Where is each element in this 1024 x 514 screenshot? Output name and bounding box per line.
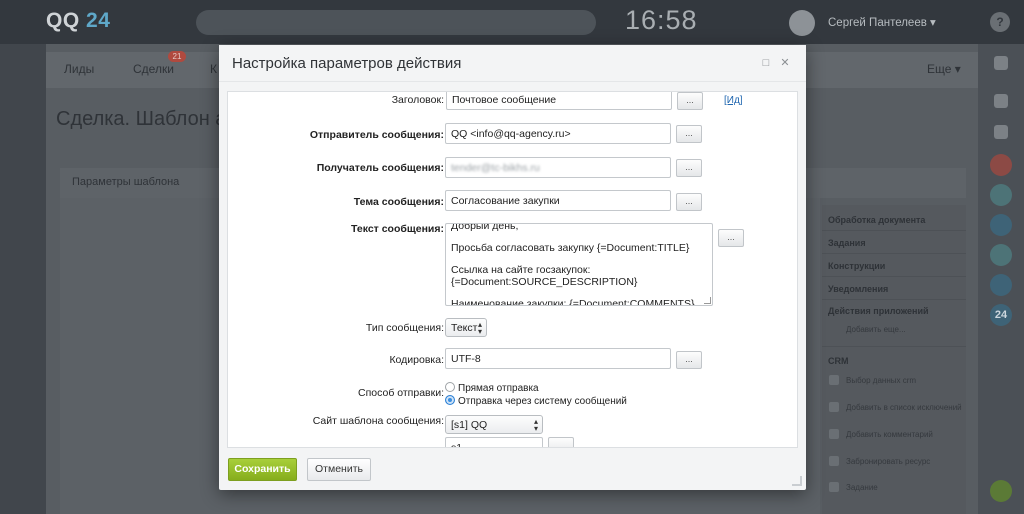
select-arrows-icon: ▴ ▾ [477,320,482,336]
tab-template-params[interactable]: Параметры шаблона [72,176,179,188]
subject-label: Тема сообщения: [353,196,444,208]
activity-icon [829,375,839,385]
user-icon[interactable] [990,274,1012,296]
close-icon[interactable]: ✕ [779,57,791,69]
resize-grip[interactable] [704,297,711,304]
dialog-footer: Сохранить Отменить [219,449,806,490]
heading-dots-button[interactable]: ... [677,92,703,110]
subject-input[interactable]: Согласование закупки [445,190,671,211]
heading-input[interactable]: Почтовое сообщение [446,92,672,110]
app-logo[interactable]: QQ 24 [46,9,110,33]
activity-icon [829,482,839,492]
user-icon[interactable] [990,214,1012,236]
cancel-button[interactable]: Отменить [307,458,371,481]
site-template-select[interactable]: [s1] QQ ▴ ▾ [445,415,543,434]
deals-badge: 21 [168,51,186,62]
recipient-label: Получатель сообщения: [316,162,444,174]
divider [822,299,966,300]
encoding-input[interactable]: UTF-8 [445,348,671,369]
help-icon[interactable]: ? [990,12,1010,32]
id-link[interactable]: [Ид] [724,95,743,106]
site-template-input[interactable]: s1 [445,437,543,447]
dialog-header: Настройка параметров действия □ ✕ [219,45,806,82]
body-line: Просьба согласовать закупку {=Document:T… [451,242,690,254]
dialog-form: Заголовок: Почтовое сообщение ... [Ид] О… [227,91,798,448]
save-button[interactable]: Сохранить [228,458,297,481]
history-icon[interactable] [994,94,1008,108]
radio-button-selected[interactable] [445,395,455,405]
body-line: Добрый день, [451,223,519,232]
body-line: Ссылка на сайте госзакупок: [451,264,591,276]
recipient-input[interactable]: tender@tc-bikhs.ru [445,157,671,178]
divider [822,253,966,254]
tabs-more[interactable]: Еще ▾ [927,62,961,76]
type-select[interactable]: Текст ▴ ▾ [445,318,487,337]
left-sidebar [0,44,46,514]
body-textarea[interactable]: Добрый день, Просьба согласовать закупку… [445,223,713,306]
panel-item[interactable]: Задание [846,483,878,492]
dialog-title: Настройка параметров действия [232,55,462,72]
type-value: Текст [451,322,478,334]
avatar[interactable] [789,10,815,36]
panel-item[interactable]: Добавить комментарий [846,430,933,439]
recipient-value: tender@tc-bikhs.ru [451,162,540,174]
panel-item[interactable]: Выбор данных crm [846,376,916,385]
search-icon[interactable] [994,125,1008,139]
panel-item[interactable]: Добавить в список исключений [846,403,962,412]
panel-section[interactable]: Действия приложений [828,306,929,316]
panel-section[interactable]: Задания [828,238,866,248]
panel-section[interactable]: Обработка документа [828,215,925,225]
method-option-direct[interactable]: Прямая отправка [445,382,539,394]
method-option-system[interactable]: Отправка через систему сообщений [445,395,627,407]
search-input[interactable] [196,10,596,35]
body-dots-button[interactable]: ... [718,229,744,247]
site-template-label: Сайт шаблона сообщения: [312,415,444,427]
tab-leads[interactable]: Лиды [64,62,94,76]
sender-label: Отправитель сообщения: [309,129,444,141]
divider [822,230,966,231]
clock: 16:58 [625,5,698,35]
activity-icon [829,429,839,439]
encoding-dots-button[interactable]: ... [676,351,702,369]
panel-section[interactable]: CRM [828,356,849,366]
dialog-resize-handle[interactable] [792,476,802,486]
method-label: Способ отправки: [358,387,444,399]
encoding-label: Кодировка: [389,354,444,366]
notifications-count[interactable]: 24 [990,304,1012,326]
panel-item[interactable]: Забронировать ресурс [846,457,930,466]
subject-dots-button[interactable]: ... [676,193,702,211]
activity-icon [829,402,839,412]
tab-other[interactable]: К [210,62,217,76]
tab-deals[interactable]: Сделки [133,62,174,76]
panel-section[interactable]: Конструкции [828,261,885,271]
recipient-dots-button[interactable]: ... [676,159,702,177]
site-template-dots-button[interactable]: ... [548,437,574,447]
radio-button[interactable] [445,382,455,392]
call-icon[interactable] [990,480,1012,502]
maximize-icon[interactable]: □ [760,57,772,69]
call-icon[interactable] [990,244,1012,266]
sender-input[interactable]: QQ <info@qq-agency.ru> [445,123,671,144]
body-line: {=Document:SOURCE_DESCRIPTION} [451,276,638,288]
bell-icon[interactable] [994,56,1008,70]
sender-dots-button[interactable]: ... [676,125,702,143]
page-title: Сделка. Шаблон ав [56,108,238,130]
divider [822,276,966,277]
activity-icon [829,456,839,466]
add-more-link[interactable]: Добавить еще... [846,325,906,334]
site-template-value: [s1] QQ [451,419,488,431]
body-label: Текст сообщения: [350,223,444,235]
select-arrows-icon: ▴ ▾ [533,417,538,433]
heading-label: Заголовок: [391,94,444,106]
user-name[interactable]: Сергей Пантелеев ▾ [828,15,936,29]
action-settings-dialog: Настройка параметров действия □ ✕ Заголо… [219,45,806,490]
call-icon[interactable] [990,184,1012,206]
panel-section[interactable]: Уведомления [828,284,888,294]
body-line: Наименование закупки: {=Document:COMMENT… [451,298,695,306]
divider [822,346,966,347]
type-label: Тип сообщения: [365,322,444,334]
call-icon[interactable] [990,154,1012,176]
